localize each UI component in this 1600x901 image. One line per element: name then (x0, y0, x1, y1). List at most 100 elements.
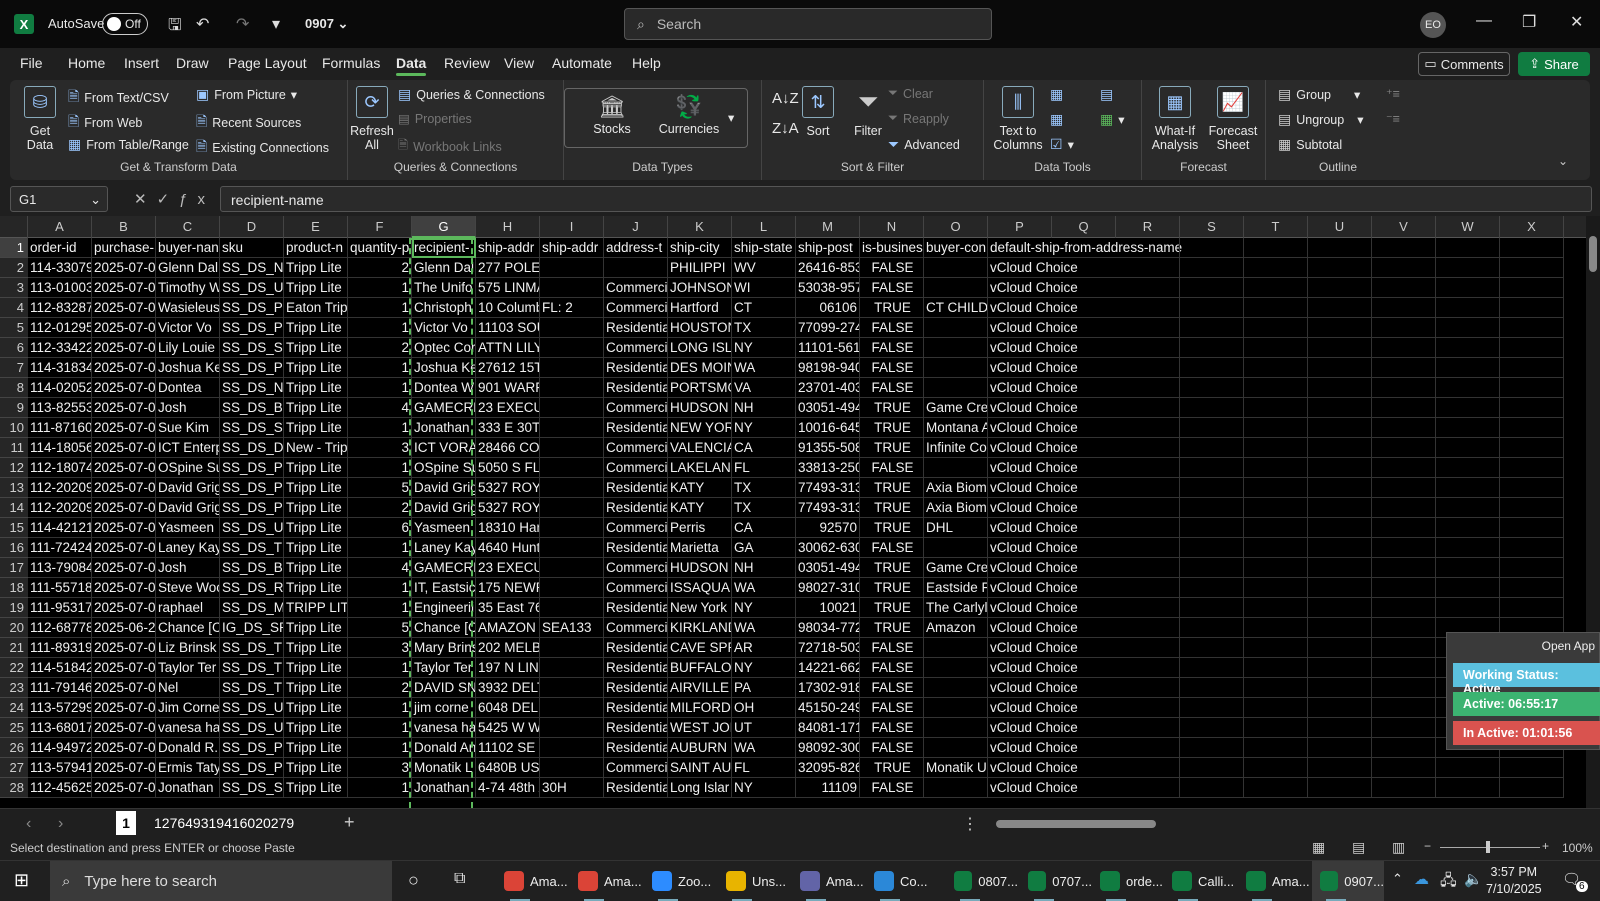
empty-cell[interactable] (1500, 538, 1564, 558)
row-header[interactable]: 12 (0, 458, 28, 478)
empty-cell[interactable] (1180, 718, 1244, 738)
from-table-range-button[interactable]: ▦ From Table/Range (68, 136, 189, 153)
tab-automate[interactable]: Automate (552, 55, 612, 71)
table-cell[interactable]: Tripp Lite (284, 658, 348, 678)
table-cell[interactable]: SS_DS_P56 (220, 758, 284, 778)
table-cell[interactable]: 114-51842 (28, 658, 92, 678)
table-cell[interactable]: 72718-503 (796, 638, 860, 658)
table-cell[interactable]: CT CHILDR (924, 298, 988, 318)
empty-cell[interactable] (1500, 758, 1564, 778)
volume-icon[interactable]: 🔈 (1464, 870, 1483, 888)
table-cell[interactable]: FALSE (860, 458, 924, 478)
empty-cell[interactable] (1244, 378, 1308, 398)
table-cell[interactable] (540, 258, 604, 278)
advanced-button[interactable]: ⏷ Advanced (888, 136, 960, 153)
table-cell[interactable]: Residentia (604, 638, 668, 658)
empty-cell[interactable] (1244, 598, 1308, 618)
table-cell[interactable]: 23701-403 (796, 378, 860, 398)
empty-cell[interactable] (1116, 558, 1180, 578)
table-cell[interactable]: 33813-250 (796, 458, 860, 478)
column-header-k[interactable]: K (668, 216, 732, 238)
empty-cell[interactable] (1116, 598, 1180, 618)
table-cell[interactable]: 6 (348, 518, 412, 538)
table-cell[interactable]: WEST JOR (668, 718, 732, 738)
table-cell[interactable]: DHL (924, 518, 988, 538)
empty-cell[interactable] (1244, 578, 1308, 598)
empty-cell[interactable] (1116, 258, 1180, 278)
add-sheet-icon[interactable]: + (344, 812, 355, 833)
row-header[interactable]: 27 (0, 758, 28, 778)
table-cell[interactable]: Josh (156, 398, 220, 418)
table-cell[interactable]: 111-79146 (28, 678, 92, 698)
row-header[interactable]: 18 (0, 578, 28, 598)
taskbar-app[interactable]: Co... (866, 861, 938, 901)
empty-cell[interactable] (1180, 318, 1244, 338)
table-cell[interactable]: 112-01295 (28, 318, 92, 338)
empty-cell[interactable] (1500, 458, 1564, 478)
table-cell[interactable]: 113-01003 (28, 278, 92, 298)
table-cell[interactable]: Commerci (604, 618, 668, 638)
table-cell[interactable]: 112-20209 (28, 478, 92, 498)
autosave-toggle[interactable]: Off (102, 13, 148, 35)
table-cell[interactable] (540, 578, 604, 598)
table-cell[interactable]: SEA133 (540, 618, 604, 638)
empty-cell[interactable] (1116, 318, 1180, 338)
table-cell[interactable] (924, 778, 988, 798)
task-view-icon[interactable]: ⧉ (454, 870, 465, 888)
empty-cell[interactable] (1372, 698, 1436, 718)
empty-cell[interactable] (1308, 438, 1372, 458)
empty-cell[interactable] (1180, 678, 1244, 698)
table-cell[interactable] (924, 638, 988, 658)
empty-cell[interactable] (1500, 778, 1564, 798)
table-cell[interactable]: Joshua Ke (412, 358, 476, 378)
table-cell[interactable]: Nel (156, 678, 220, 698)
empty-cell[interactable] (1500, 318, 1564, 338)
table-cell[interactable]: Commerci (604, 438, 668, 458)
table-cell[interactable]: 114-33079 (28, 258, 92, 278)
table-cell[interactable]: 5 (348, 478, 412, 498)
empty-cell[interactable] (1372, 358, 1436, 378)
table-cell[interactable]: 2025-07-0: (92, 698, 156, 718)
table-cell[interactable]: Commerci (604, 458, 668, 478)
table-cell[interactable]: AUBURN (668, 738, 732, 758)
table-cell[interactable]: FALSE (860, 258, 924, 278)
column-header-u[interactable]: U (1308, 216, 1372, 238)
empty-cell[interactable] (1500, 298, 1564, 318)
currencies-button[interactable]: 💱 Currencies (654, 94, 724, 136)
filter-button[interactable]: ⏷ Filter (848, 86, 888, 138)
table-cell[interactable]: Tripp Lite (284, 338, 348, 358)
row-header[interactable]: 6 (0, 338, 28, 358)
table-cell[interactable]: 1 (348, 658, 412, 678)
table-cell[interactable] (924, 458, 988, 478)
table-cell[interactable]: 2025-07-0: (92, 678, 156, 698)
table-cell[interactable]: ship-city (668, 238, 732, 258)
table-cell[interactable]: SS_DS_P00 (220, 478, 284, 498)
table-cell[interactable]: LONG ISLA (668, 338, 732, 358)
table-cell[interactable]: SS_DS_B01 (220, 398, 284, 418)
table-cell[interactable]: WI (732, 278, 796, 298)
table-cell[interactable]: 2025-07-0: (92, 738, 156, 758)
table-cell[interactable]: Jonathan (412, 418, 476, 438)
table-cell[interactable]: 5 (348, 618, 412, 638)
empty-cell[interactable] (1308, 658, 1372, 678)
empty-cell[interactable] (1180, 538, 1244, 558)
table-cell[interactable]: Residentia (604, 318, 668, 338)
table-cell[interactable]: Long Islar (668, 778, 732, 798)
empty-cell[interactable] (1180, 398, 1244, 418)
empty-cell[interactable] (1500, 598, 1564, 618)
table-cell[interactable]: AIRVILLE (668, 678, 732, 698)
table-cell[interactable]: Taylor Ter (412, 658, 476, 678)
table-cell[interactable]: Tripp Lite (284, 398, 348, 418)
table-cell[interactable]: 2025-07-0: (92, 298, 156, 318)
enter-icon[interactable]: ✓ (157, 191, 180, 208)
column-header-e[interactable]: E (284, 216, 348, 238)
table-cell[interactable]: The Carlyl (924, 598, 988, 618)
column-header-d[interactable]: D (220, 216, 284, 238)
table-cell[interactable]: 901 WARFIELD DR (476, 378, 540, 398)
table-cell[interactable] (540, 758, 604, 778)
table-cell[interactable]: Game Cre (924, 398, 988, 418)
table-cell[interactable]: GA (732, 538, 796, 558)
empty-cell[interactable] (1308, 238, 1372, 258)
minimize-icon[interactable]: — (1476, 12, 1492, 30)
table-cell[interactable]: Axia Biom (924, 478, 988, 498)
